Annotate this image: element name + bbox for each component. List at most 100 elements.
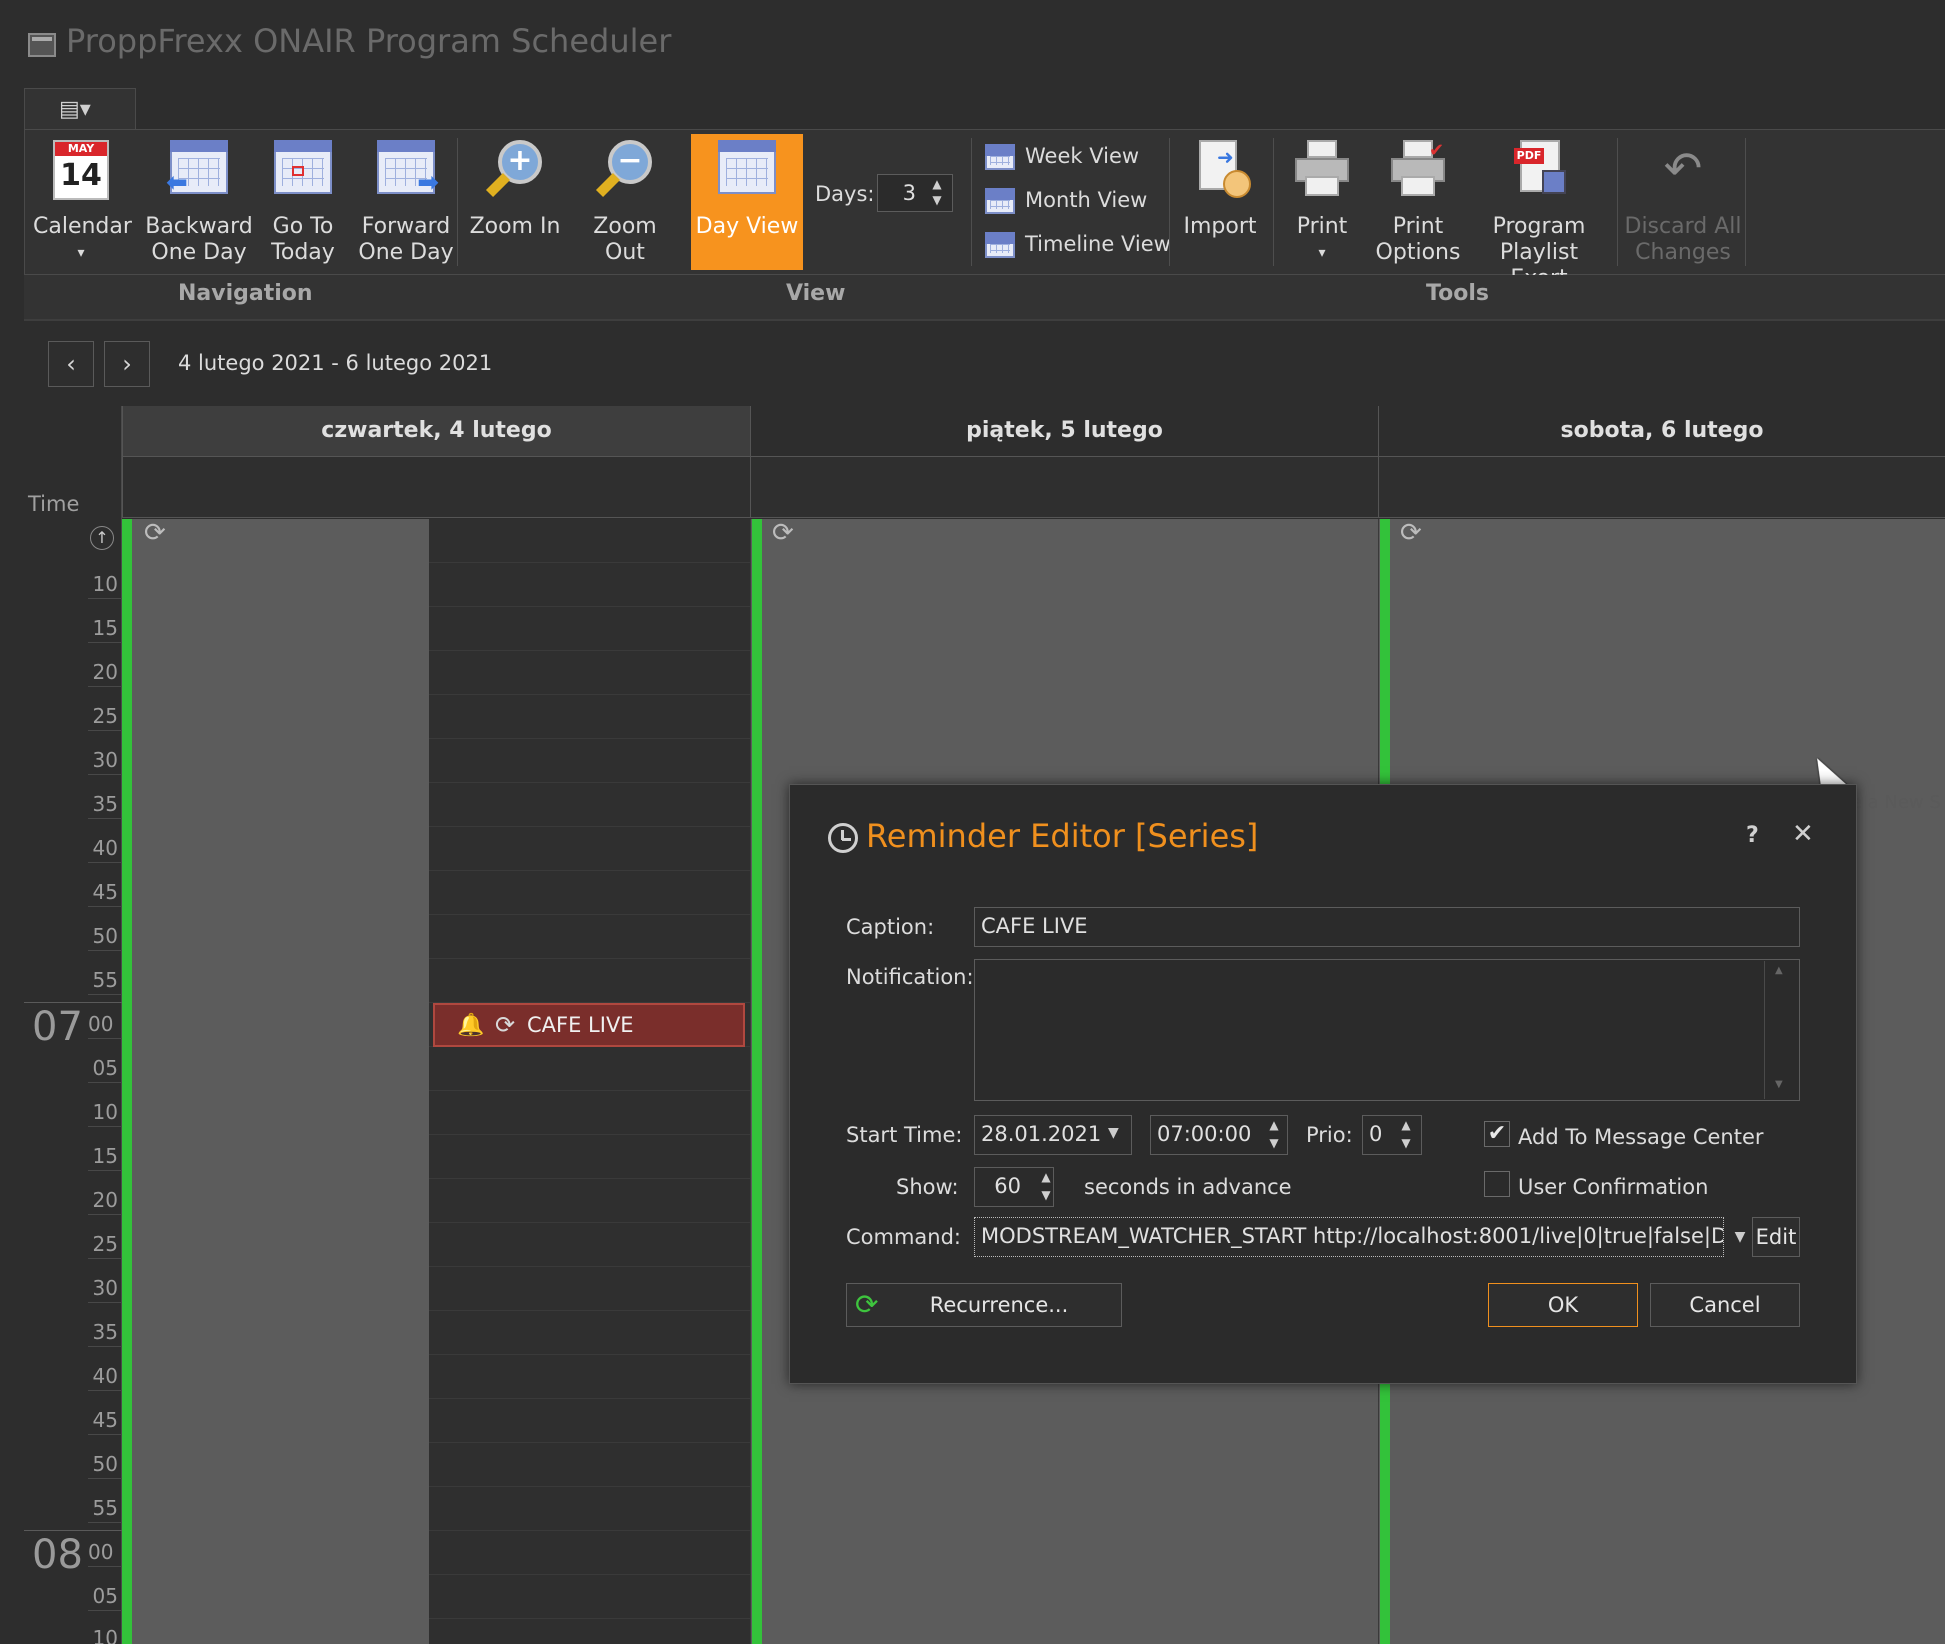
- import-label: Import: [1183, 214, 1257, 239]
- day-view-label: Day View: [695, 214, 799, 239]
- time-spin-down-icon[interactable]: ▼: [1262, 1135, 1286, 1151]
- days-spin-up-icon[interactable]: ▲: [925, 176, 949, 192]
- time-tick-line: [88, 1126, 122, 1127]
- slot-line: [429, 606, 750, 607]
- show-spin-up-icon[interactable]: ▲: [1034, 1169, 1058, 1185]
- help-button[interactable]: ?: [1746, 823, 1759, 848]
- time-tick-line: [88, 642, 122, 643]
- add-to-message-center-checkbox[interactable]: ✔: [1484, 1121, 1510, 1147]
- day-header-1[interactable]: czwartek, 4 lutego: [122, 406, 750, 456]
- week-view-label: Week View: [1025, 144, 1140, 168]
- add-to-message-center-label: Add To Message Center: [1518, 1125, 1764, 1149]
- reminder-editor-dialog: Reminder Editor [Series] ? ✕ Caption: CA…: [789, 784, 1857, 1384]
- slot-line: [429, 1530, 750, 1531]
- time-tick-line: [88, 1566, 122, 1567]
- go-to-today-button[interactable]: Go To Today: [261, 130, 345, 270]
- notification-scrollbar[interactable]: ▲ ▼: [1764, 961, 1798, 1099]
- status-bar-1: [122, 519, 132, 1644]
- zoom-out-button[interactable]: − Zoom Out: [573, 130, 677, 270]
- print-options-button[interactable]: ✔ Print Options: [1369, 130, 1467, 270]
- calendar-button[interactable]: MAY 14 Calendar ▾: [33, 130, 132, 270]
- command-label: Command:: [846, 1225, 962, 1249]
- scroll-up-icon[interactable]: ▲: [1775, 965, 1783, 976]
- all-day-area-1[interactable]: [122, 456, 750, 518]
- timeline-busy-area[interactable]: [429, 519, 750, 1644]
- print-button[interactable]: Print ▾: [1279, 130, 1365, 270]
- forward-one-day-button[interactable]: ➡ Forward One Day: [351, 130, 461, 270]
- notification-textarea[interactable]: [974, 959, 1800, 1101]
- backward-one-day-button[interactable]: ⬅ Backward One Day: [141, 130, 257, 270]
- minute-tick: 55: [92, 1496, 118, 1520]
- refresh-icon[interactable]: ⟳: [1400, 518, 1422, 548]
- day-header-2[interactable]: piątek, 5 lutego: [750, 406, 1378, 456]
- minute-tick: 30: [92, 748, 118, 772]
- group-view-label: View: [786, 281, 846, 306]
- time-tick-line: [88, 1258, 122, 1259]
- time-tick-line: [88, 818, 122, 819]
- minute-tick: 10: [92, 1626, 118, 1644]
- day-view-button[interactable]: Day View: [691, 134, 803, 270]
- slot-line: [429, 1222, 750, 1223]
- time-tick-line: [88, 1434, 122, 1435]
- ribbon: MAY 14 Calendar ▾ ⬅ Backward One Day Go …: [24, 129, 1945, 291]
- scroll-up-icon[interactable]: ↑: [90, 526, 114, 550]
- dropdown-arrow-icon: ▾: [1318, 245, 1326, 261]
- import-button[interactable]: ➜ Import: [1177, 130, 1263, 270]
- appointment-cafe-live[interactable]: 🔔 ⟳ CAFE LIVE: [433, 1003, 745, 1047]
- slot-line: [429, 1486, 750, 1487]
- command-input[interactable]: MODSTREAM_WATCHER_START http://localhost…: [974, 1217, 1724, 1257]
- hour-label-08: 08: [32, 1532, 83, 1578]
- recurrence-button[interactable]: ⟳ Recurrence...: [846, 1283, 1122, 1327]
- calendar-back-icon: ⬅: [166, 140, 228, 196]
- menu-icon[interactable]: ▤▾: [59, 97, 97, 123]
- quick-access-toolbar[interactable]: ▤▾: [24, 88, 136, 130]
- month-view-label: Month View: [1025, 188, 1148, 212]
- next-button[interactable]: ›: [104, 341, 150, 387]
- group-tools-label: Tools: [1426, 281, 1489, 306]
- calendar-day-view-icon: [718, 140, 776, 194]
- show-spin-down-icon[interactable]: ▼: [1034, 1187, 1058, 1203]
- slot-line: [429, 1574, 750, 1575]
- zoom-in-button[interactable]: + Zoom In: [463, 130, 567, 270]
- separator: [971, 138, 972, 266]
- close-button[interactable]: ✕: [1792, 819, 1814, 849]
- hour-label-07: 07: [32, 1004, 83, 1050]
- discard-all-changes-button[interactable]: ↶ Discard All Changes: [1621, 130, 1745, 270]
- scroll-down-icon[interactable]: ▼: [1775, 1079, 1783, 1090]
- edit-button[interactable]: Edit: [1752, 1217, 1800, 1257]
- ok-button[interactable]: OK: [1488, 1283, 1638, 1327]
- days-spin-down-icon[interactable]: ▼: [925, 192, 949, 208]
- previous-button[interactable]: ‹: [48, 341, 94, 387]
- playlist-export-button[interactable]: PDF Program Playlist Exort: [1469, 130, 1609, 291]
- time-spin-up-icon[interactable]: ▲: [1262, 1117, 1286, 1133]
- minute-tick: 25: [92, 1232, 118, 1256]
- timeline-view-button[interactable]: Timeline View: [985, 228, 1185, 266]
- minute-tick: 10: [92, 572, 118, 596]
- week-view-button[interactable]: Week View: [985, 140, 1175, 178]
- calendar-label: Calendar: [33, 214, 132, 239]
- minute-tick: 25: [92, 704, 118, 728]
- refresh-icon[interactable]: ⟳: [144, 518, 166, 548]
- minute-tick: 35: [92, 792, 118, 816]
- slot-line: [429, 958, 750, 959]
- day-header-3[interactable]: sobota, 6 lutego: [1378, 406, 1945, 456]
- all-day-area-3[interactable]: [1378, 456, 1945, 518]
- month-view-button[interactable]: Month View: [985, 184, 1175, 222]
- user-confirmation-checkbox[interactable]: [1484, 1171, 1510, 1197]
- prio-spin-up-icon[interactable]: ▲: [1394, 1117, 1418, 1133]
- import-icon: ➜: [1189, 140, 1251, 202]
- cancel-button[interactable]: Cancel: [1650, 1283, 1800, 1327]
- time-tick-line: [88, 1214, 122, 1215]
- prio-spin-down-icon[interactable]: ▼: [1394, 1135, 1418, 1151]
- all-day-area-2[interactable]: [750, 456, 1378, 518]
- minute-tick: 15: [92, 1144, 118, 1168]
- caption-input[interactable]: CAFE LIVE: [974, 907, 1800, 947]
- minute-tick: 40: [92, 1364, 118, 1388]
- date-dropdown-arrow-icon[interactable]: ▼: [1108, 1125, 1119, 1141]
- command-dropdown-arrow-icon[interactable]: ▼: [1728, 1219, 1752, 1255]
- status-bar-2: [752, 519, 762, 1644]
- bell-icon: 🔔: [457, 1013, 485, 1038]
- time-tick-line: [88, 1522, 122, 1523]
- time-tick-line: [88, 994, 122, 995]
- refresh-icon[interactable]: ⟳: [772, 518, 794, 548]
